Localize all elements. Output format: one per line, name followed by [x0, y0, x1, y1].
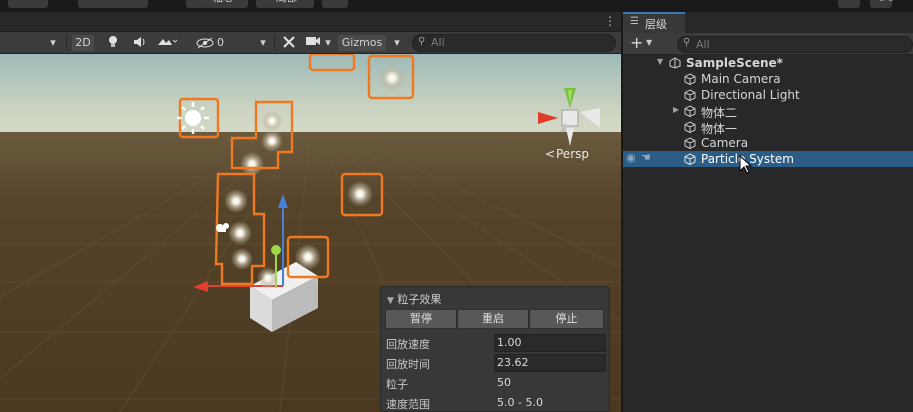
- particles-count: 50: [497, 376, 511, 389]
- gameobject-cube-icon: [684, 73, 696, 85]
- hierarchy-item-object-2[interactable]: ▶ 物体二: [623, 103, 913, 120]
- collapse-arrow-icon[interactable]: ▼: [387, 296, 394, 306]
- hierarchy-item-directional-light[interactable]: Directional Light: [623, 87, 913, 103]
- persp-label-arrow: <: [545, 147, 555, 161]
- hidden-dropdown-icon[interactable]: ▾: [256, 35, 270, 51]
- persp-label: Persp: [556, 147, 589, 161]
- list-icon: ☰: [630, 16, 639, 27]
- hierarchy-item-label: Directional Light: [701, 88, 800, 102]
- tab-hierarchy[interactable]: ☰ 层级: [623, 12, 685, 33]
- more-menu-icon[interactable]: ⋮: [604, 14, 616, 28]
- effects-toggle-icon[interactable]: [154, 35, 180, 51]
- play-icon: ▶: [845, 0, 853, 1]
- search-icon: ⚲: [418, 36, 426, 47]
- lighting-toggle-icon[interactable]: [104, 35, 122, 51]
- playback-time-label: 回放时间: [386, 358, 430, 371]
- restart-particles-button[interactable]: 重启: [457, 309, 529, 329]
- playback-speed-value: 1.00: [497, 336, 522, 349]
- draw-mode-dropdown-icon[interactable]: ▾: [46, 35, 60, 51]
- local-label: 局部: [276, 0, 298, 5]
- hierarchy-search-placeholder: All: [696, 38, 710, 51]
- hierarchy-toolbar: + ▼ ⚲ All: [623, 33, 913, 55]
- tools-toggle-icon[interactable]: [280, 35, 298, 51]
- add-object-button[interactable]: +: [630, 34, 643, 52]
- hierarchy-panel: ☰ 层级 + ▼ ⚲ All ▼ SampleScene* Main Camer…: [621, 12, 913, 412]
- hierarchy-search-input[interactable]: ⚲ All: [677, 36, 913, 53]
- scene-view-panel: ⋮ ▾ 2D 0 ▾ ▾ Gizmos ▾ ⚲ All < Persp ▼ 粒子…: [0, 12, 621, 412]
- stop-particles-button[interactable]: 停止: [529, 309, 604, 329]
- snap-button[interactable]: 5: [322, 0, 348, 8]
- scene-tab-strip: ⋮: [0, 12, 621, 32]
- playback-time-field[interactable]: 23.62: [494, 354, 606, 372]
- hierarchy-item-label: Camera: [701, 136, 749, 150]
- hierarchy-item-object-1[interactable]: 物体一: [623, 119, 913, 136]
- speed-range-label: 速度范围: [386, 398, 430, 411]
- playback-speed-field[interactable]: 1.00: [494, 334, 606, 352]
- pivot-toggle-button[interactable]: ◌ 轴心: [186, 0, 248, 8]
- camera-settings-icon[interactable]: [304, 35, 322, 51]
- add-dropdown-icon[interactable]: ▼: [646, 38, 652, 47]
- transform-tools-group[interactable]: [78, 0, 148, 8]
- particle-panel-title: ▼ 粒子效果: [387, 291, 441, 307]
- pause-icon: ❚❚: [877, 0, 895, 1]
- visibility-eye-icon[interactable]: ◉: [626, 151, 636, 164]
- mouse-cursor-icon: [739, 155, 753, 174]
- hierarchy-item-camera[interactable]: Camera: [623, 135, 913, 151]
- hierarchy-item-main-camera[interactable]: Main Camera: [623, 71, 913, 87]
- pivot-icon: ◌: [198, 0, 208, 2]
- speed-range-value: 5.0 - 5.0: [497, 396, 543, 409]
- scene-search-text: All: [431, 36, 445, 49]
- scene-search-input[interactable]: ⚲ All: [412, 34, 616, 52]
- gameobject-cube-icon: [684, 105, 696, 117]
- hierarchy-item-particle-system[interactable]: ◉ ☚ Particle System: [623, 151, 913, 167]
- gizmos-button[interactable]: Gizmos: [338, 35, 386, 51]
- hidden-count: 0: [217, 36, 224, 49]
- pause-button[interactable]: ❚❚: [870, 0, 895, 8]
- expand-arrow-icon[interactable]: ▶: [673, 105, 679, 114]
- hidden-objects-toggle[interactable]: 0: [196, 35, 234, 51]
- particles-label: 粒子: [386, 378, 408, 391]
- gizmos-dropdown-icon[interactable]: ▾: [390, 35, 404, 51]
- scene-toolbar: ▾ 2D 0 ▾ ▾ Gizmos ▾ ⚲ All: [0, 32, 621, 54]
- play-button[interactable]: ▶: [838, 0, 860, 8]
- expand-arrow-icon[interactable]: ▼: [657, 57, 663, 66]
- hierarchy-tab-label: 层级: [645, 18, 667, 31]
- gameobject-cube-icon: [684, 137, 696, 149]
- pickable-hand-icon[interactable]: ☚: [641, 151, 651, 164]
- local-icon: ◌: [262, 0, 272, 2]
- gameobject-cube-icon: [684, 89, 696, 101]
- hierarchy-item-label: Main Camera: [701, 72, 781, 86]
- playback-time-value: 23.62: [497, 356, 529, 369]
- pause-particles-button[interactable]: 暂停: [385, 309, 457, 329]
- pivot-label: 轴心: [212, 0, 234, 5]
- eye-slash-icon: [196, 37, 214, 49]
- camera-dropdown-icon[interactable]: ▾: [322, 35, 334, 51]
- 2d-toggle-button[interactable]: 2D: [72, 35, 94, 51]
- local-toggle-button[interactable]: ◌ 局部: [256, 0, 314, 8]
- particle-panel-title-text: 粒子效果: [397, 293, 442, 306]
- gameobject-cube-icon: [684, 153, 696, 165]
- main-toolbar: ◌ 轴心 ◌ 局部 5 ▶ ❚❚: [0, 0, 913, 12]
- snap-value: 5: [332, 0, 339, 2]
- unity-scene-icon: [669, 57, 681, 69]
- playback-speed-label: 回放速度: [386, 338, 430, 351]
- audio-toggle-icon[interactable]: [130, 35, 148, 51]
- gameobject-cube-icon: [684, 121, 696, 133]
- rotate-tool-button[interactable]: [8, 0, 48, 8]
- particle-effect-panel: ▼ 粒子效果 暂停 重启 停止 回放速度 1.00 回放时间 23.62 粒子 …: [380, 286, 610, 412]
- scene-name: SampleScene*: [686, 56, 783, 70]
- scene-root-row[interactable]: ▼ SampleScene*: [623, 55, 913, 71]
- search-icon: ⚲: [683, 37, 691, 48]
